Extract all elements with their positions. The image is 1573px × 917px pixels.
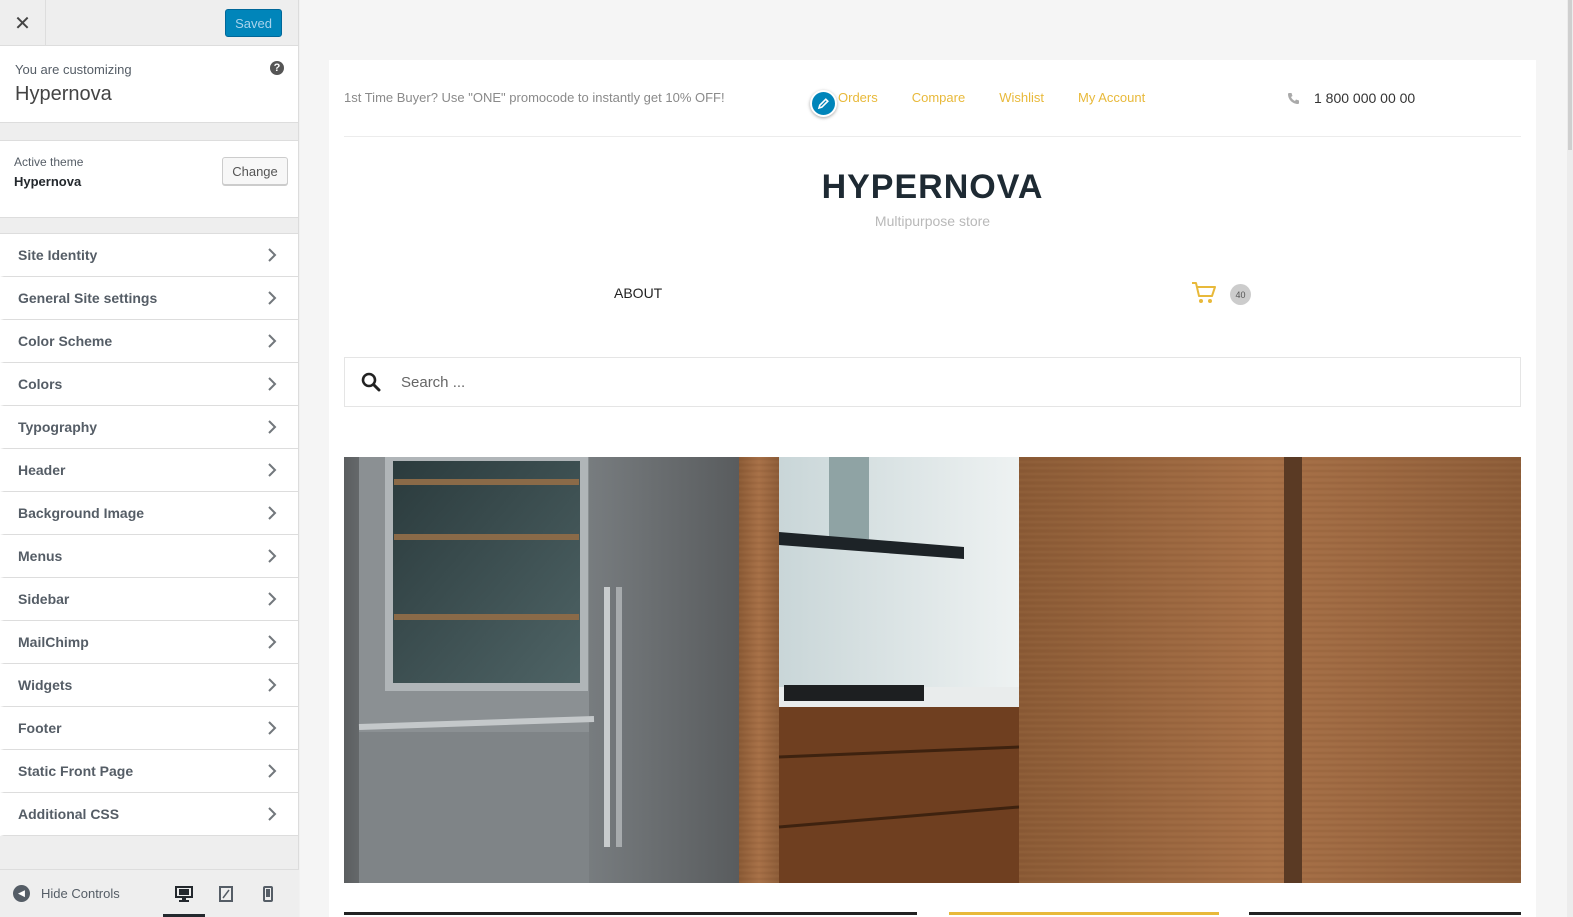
panel-general-site-settings[interactable]: General Site settings [0, 277, 298, 320]
active-theme-section: Active theme Hypernova Change [0, 141, 298, 218]
collapse-arrow-icon: ◀ [13, 885, 30, 902]
customizing-info: You are customizing Hypernova ? [0, 46, 298, 123]
chevron-right-icon [260, 506, 284, 520]
preview-scrollbar[interactable] [1567, 0, 1573, 917]
panel-background-image[interactable]: Background Image [0, 492, 298, 535]
close-icon[interactable]: ✕ [0, 0, 46, 46]
panel-label: Additional CSS [18, 806, 120, 822]
top-link-orders[interactable]: Orders [838, 90, 878, 105]
edit-shortcut-icon[interactable] [810, 90, 837, 117]
top-bar: 1st Time Buyer? Use "ONE" promocode to i… [344, 60, 1521, 137]
content-strip-middle [949, 912, 1219, 915]
customizer-header: ✕ Saved [0, 0, 298, 46]
preview-scrollbar-thumb[interactable] [1568, 0, 1572, 150]
customizer-footer: ◀ Hide Controls [0, 869, 299, 917]
panel-label: Menus [18, 548, 63, 564]
cart-count-badge: 40 [1230, 284, 1251, 305]
panel-color-scheme[interactable]: Color Scheme [0, 320, 298, 363]
panel-label: Color Scheme [18, 333, 113, 349]
search-icon[interactable] [347, 372, 395, 392]
chevron-right-icon [260, 721, 284, 735]
panel-mailchimp[interactable]: MailChimp [0, 621, 298, 664]
promo-text: 1st Time Buyer? Use "ONE" promocode to i… [344, 90, 725, 105]
panel-menus[interactable]: Menus [0, 535, 298, 578]
site-logo[interactable]: HYPERNOVA [329, 168, 1536, 207]
chevron-right-icon [260, 807, 284, 821]
site-preview-frame: 1st Time Buyer? Use "ONE" promocode to i… [300, 0, 1573, 917]
device-preview-switcher [163, 870, 289, 917]
search-input[interactable] [401, 373, 1001, 391]
customizing-label: You are customizing [15, 62, 132, 77]
change-theme-button[interactable]: Change [222, 157, 288, 185]
top-link-my-account[interactable]: My Account [1078, 90, 1145, 105]
phone-contact: 1 800 000 00 00 [1287, 90, 1415, 106]
site-name: Hypernova [15, 83, 112, 105]
panel-static-front-page[interactable]: Static Front Page [0, 750, 298, 793]
customizer-sidebar: ✕ Saved You are customizing Hypernova ? … [0, 0, 299, 917]
hero-banner-image [344, 457, 1521, 883]
top-link-wishlist[interactable]: Wishlist [999, 90, 1044, 105]
panel-label: Background Image [18, 505, 145, 521]
content-strip-left [344, 912, 917, 915]
saved-button[interactable]: Saved [225, 9, 282, 37]
panel-label: Widgets [18, 677, 73, 693]
section-divider [0, 123, 298, 141]
panel-label: General Site settings [18, 290, 158, 306]
panel-label: Footer [18, 720, 62, 736]
panel-label: Colors [18, 376, 63, 392]
content-strip-right [1249, 912, 1521, 915]
desktop-preview-icon[interactable] [163, 870, 205, 917]
hide-controls-label: Hide Controls [41, 886, 120, 901]
tablet-preview-icon[interactable] [205, 870, 247, 917]
phone-number: 1 800 000 00 00 [1314, 90, 1416, 106]
hide-controls-button[interactable]: ◀ Hide Controls [13, 885, 120, 902]
panel-footer[interactable]: Footer [0, 707, 298, 750]
panel-label: MailChimp [18, 634, 89, 650]
chevron-right-icon [260, 291, 284, 305]
panel-colors[interactable]: Colors [0, 363, 298, 406]
chevron-right-icon [260, 463, 284, 477]
chevron-right-icon [260, 334, 284, 348]
chevron-right-icon [260, 678, 284, 692]
chevron-right-icon [260, 592, 284, 606]
chevron-right-icon [260, 635, 284, 649]
chevron-right-icon [260, 420, 284, 434]
cart-icon[interactable] [1191, 281, 1217, 310]
nav-item-about[interactable]: ABOUT [614, 285, 662, 301]
panel-label: Site Identity [18, 247, 98, 263]
chevron-right-icon [260, 764, 284, 778]
panel-widgets[interactable]: Widgets [0, 664, 298, 707]
chevron-right-icon [260, 549, 284, 563]
chevron-right-icon [260, 248, 284, 262]
panel-header[interactable]: Header [0, 449, 298, 492]
top-link-compare[interactable]: Compare [912, 90, 965, 105]
panel-label: Sidebar [18, 591, 70, 607]
phone-icon [1288, 92, 1299, 104]
panel-label: Static Front Page [18, 763, 134, 779]
site-branding: HYPERNOVA Multipurpose store [329, 168, 1536, 229]
customizer-panel-list: Site Identity General Site settings Colo… [0, 234, 298, 836]
search-bar [344, 357, 1521, 407]
top-links: Orders Compare Wishlist My Account [838, 90, 1179, 105]
panel-typography[interactable]: Typography [0, 406, 298, 449]
panel-sidebar[interactable]: Sidebar [0, 578, 298, 621]
panel-additional-css[interactable]: Additional CSS [0, 793, 298, 836]
panel-label: Header [18, 462, 66, 478]
site-tagline: Multipurpose store [874, 213, 991, 229]
mobile-preview-icon[interactable] [247, 870, 289, 917]
section-divider [0, 218, 298, 234]
chevron-right-icon [260, 377, 284, 391]
panel-label: Typography [18, 419, 98, 435]
site-container: 1st Time Buyer? Use "ONE" promocode to i… [329, 60, 1536, 917]
panel-site-identity[interactable]: Site Identity [0, 234, 298, 277]
help-icon[interactable]: ? [270, 61, 284, 75]
